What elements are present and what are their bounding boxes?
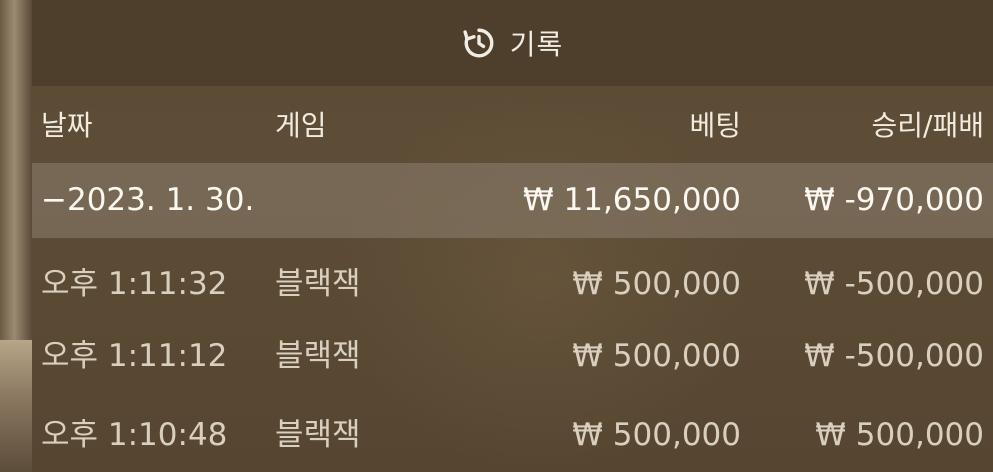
row-result: ₩ 500,000 — [815, 417, 984, 453]
row-time: 오후 1:11:32 — [41, 266, 228, 302]
row-bet: ₩ 500,000 — [572, 417, 741, 453]
history-panel: 기록 날짜 게임 베팅 승리/패배 −2023. 1. 30. ₩ 11,650… — [32, 0, 993, 472]
row-result: ₩ -500,000 — [804, 266, 984, 302]
group-total-bet: ₩ 11,650,000 — [523, 182, 741, 218]
background-table-edge — [0, 340, 32, 472]
column-header-result: 승리/패배 — [871, 109, 984, 142]
group-date: −2023. 1. 30. — [41, 182, 255, 218]
row-result: ₩ -500,000 — [804, 338, 984, 374]
table-row[interactable]: 오후 1:10:48 블랙잭 ₩ 500,000 ₩ 500,000 — [32, 398, 993, 472]
column-header-bet: 베팅 — [689, 109, 741, 142]
row-game: 블랙잭 — [275, 266, 361, 302]
column-header-row: 날짜 게임 베팅 승리/패배 — [32, 88, 993, 163]
row-time: 오후 1:11:12 — [41, 338, 228, 374]
history-title: 기록 — [509, 28, 564, 61]
column-header-date: 날짜 — [41, 109, 93, 142]
history-header: 기록 — [32, 0, 993, 86]
history-icon — [462, 26, 496, 60]
table-row[interactable]: 오후 1:11:12 블랙잭 ₩ 500,000 ₩ -500,000 — [32, 319, 993, 394]
column-header-game: 게임 — [275, 109, 327, 142]
date-group-row[interactable]: −2023. 1. 30. ₩ 11,650,000 ₩ -970,000 — [32, 163, 993, 238]
row-bet: ₩ 500,000 — [572, 338, 741, 374]
row-bet: ₩ 500,000 — [572, 266, 741, 302]
table-row[interactable]: 오후 1:11:32 블랙잭 ₩ 500,000 ₩ -500,000 — [32, 247, 993, 322]
row-game: 블랙잭 — [275, 338, 361, 374]
row-game: 블랙잭 — [275, 417, 361, 453]
row-time: 오후 1:10:48 — [41, 417, 228, 453]
group-total-result: ₩ -970,000 — [804, 182, 984, 218]
